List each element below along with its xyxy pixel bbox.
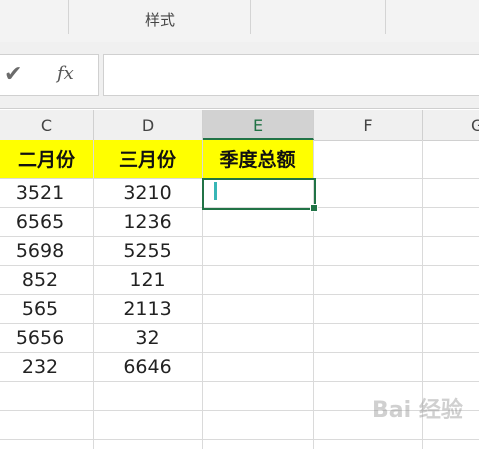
- ribbon-group-label-styles[interactable]: 样式: [120, 9, 200, 30]
- cell-d8[interactable]: 6646: [93, 352, 202, 381]
- column-header-g[interactable]: G: [423, 110, 479, 140]
- cell-c4[interactable]: 5698: [0, 236, 80, 265]
- cell-d1[interactable]: 三月份: [93, 140, 202, 178]
- cell-e1[interactable]: 季度总额: [202, 140, 313, 178]
- text-cursor: [214, 182, 217, 200]
- cell-c5[interactable]: 852: [0, 265, 80, 294]
- column-header-e[interactable]: E: [203, 110, 314, 140]
- cell-c8[interactable]: 232: [0, 352, 80, 381]
- column-header-d[interactable]: D: [94, 110, 203, 140]
- fill-handle[interactable]: [310, 204, 318, 212]
- insert-function-icon[interactable]: fx: [57, 63, 74, 84]
- cell-d5[interactable]: 121: [93, 265, 202, 294]
- cell-d7[interactable]: 32: [93, 323, 202, 352]
- ribbon-separator: [250, 0, 251, 34]
- worksheet-grid[interactable]: 二月份 三月份 季度总额 3521 3210 6565 1236 5698 52…: [0, 140, 479, 449]
- ribbon-separator: [385, 0, 386, 34]
- cell-d4[interactable]: 5255: [93, 236, 202, 265]
- cell-d2[interactable]: 3210: [93, 178, 202, 207]
- column-header-c[interactable]: C: [0, 110, 94, 140]
- cell-c6[interactable]: 565: [0, 294, 80, 323]
- column-header-f[interactable]: F: [314, 110, 423, 140]
- checkmark-icon[interactable]: ✔: [4, 62, 22, 87]
- cell-d3[interactable]: 1236: [93, 207, 202, 236]
- cell-c3[interactable]: 6565: [0, 207, 80, 236]
- watermark-logo: Bai 经验: [372, 398, 463, 423]
- cell-c7[interactable]: 5656: [0, 323, 80, 352]
- cell-c2[interactable]: 3521: [0, 178, 80, 207]
- formula-input[interactable]: [103, 54, 479, 96]
- ribbon-separator: [68, 0, 69, 34]
- cell-c1[interactable]: 二月份: [0, 140, 93, 178]
- ribbon: 样式: [0, 0, 479, 43]
- cell-d6[interactable]: 2113: [93, 294, 202, 323]
- column-header-row: C D E F G: [0, 110, 479, 141]
- selected-cell-e2[interactable]: [202, 178, 318, 212]
- formula-bar: ✔ fx: [0, 42, 479, 109]
